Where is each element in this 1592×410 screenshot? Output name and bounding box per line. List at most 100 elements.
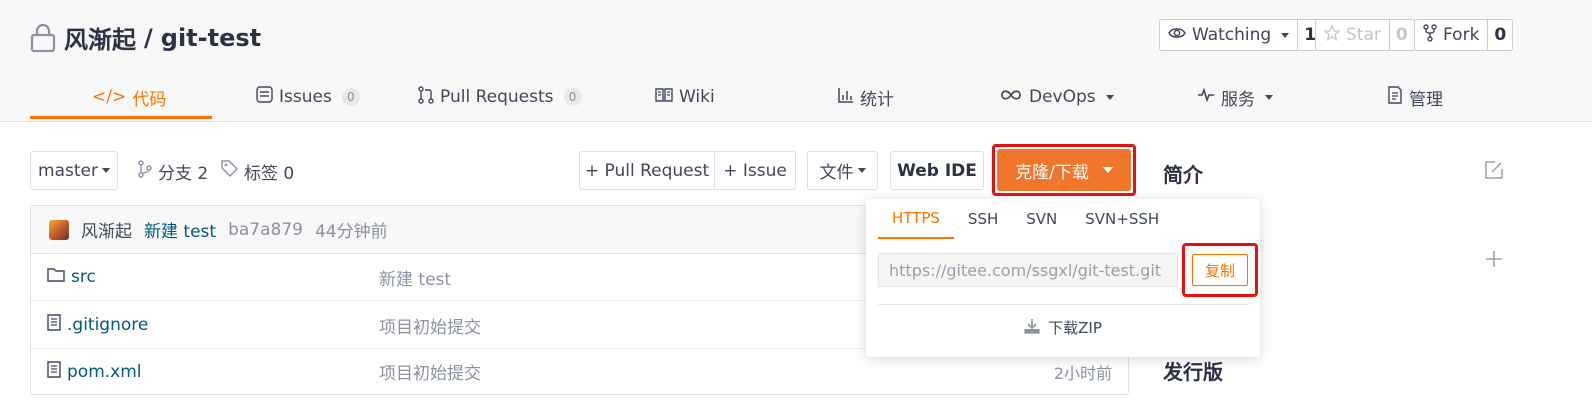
new-issue-button[interactable]: + Issue xyxy=(714,151,796,190)
download-icon xyxy=(1024,318,1040,338)
commit-hash[interactable]: ba7a879 xyxy=(228,220,303,240)
tab-wiki-label: Wiki xyxy=(679,87,715,107)
settings-doc-icon xyxy=(1387,85,1403,109)
tab-devops[interactable]: DevOps xyxy=(999,72,1114,122)
download-zip-link[interactable]: 下载ZIP xyxy=(866,317,1260,338)
divider xyxy=(878,304,1248,305)
pulse-icon xyxy=(1197,87,1215,107)
tab-devops-label: DevOps xyxy=(1029,87,1096,107)
clone-download-button[interactable]: 克隆/下载 xyxy=(997,149,1131,191)
file-link[interactable]: src xyxy=(47,267,96,287)
active-tab-indicator xyxy=(30,116,212,119)
commit-time: 44分钟前 xyxy=(314,222,388,242)
star-button-group[interactable]: Star 0 xyxy=(1315,19,1415,51)
tab-https[interactable]: HTTPS xyxy=(878,199,954,239)
tab-pull-requests-label: Pull Requests xyxy=(440,87,554,107)
clone-url-field[interactable]: https://gitee.com/ssgxl/git-test.git xyxy=(878,253,1178,287)
tag-icon xyxy=(221,160,238,182)
fork-button[interactable]: Fork xyxy=(1415,20,1489,50)
repo-name-link[interactable]: git-test xyxy=(161,24,261,52)
watch-button-group[interactable]: Watching 1 xyxy=(1159,19,1324,51)
fork-count[interactable]: 0 xyxy=(1488,20,1512,50)
tab-svn-ssh[interactable]: SVN+SSH xyxy=(1071,199,1173,239)
file-commit-message[interactable]: 新建 test xyxy=(379,265,451,290)
plus-icon[interactable] xyxy=(1485,250,1503,273)
star-label: Star xyxy=(1346,25,1381,45)
clone-download-label: 克隆/下载 xyxy=(1015,162,1089,183)
edit-icon[interactable] xyxy=(1484,160,1504,185)
avatar[interactable] xyxy=(49,219,69,240)
tab-statistics-label: 统计 xyxy=(860,89,894,110)
file-icon xyxy=(47,360,61,383)
file-name: .gitignore xyxy=(67,315,149,335)
chevron-down-icon xyxy=(101,168,110,173)
repo-title: 风渐起 / git-test xyxy=(30,20,261,55)
repo-separator: / xyxy=(144,23,153,52)
tab-issues[interactable]: Issues 0 xyxy=(256,72,360,122)
pull-request-icon xyxy=(418,85,434,109)
tab-services[interactable]: 服务 xyxy=(1197,72,1273,122)
file-commit-message[interactable]: 项目初始提交 xyxy=(379,313,481,338)
chevron-down-icon xyxy=(1105,94,1114,100)
commit-author[interactable]: 风渐起 xyxy=(81,217,132,242)
lock-icon xyxy=(30,23,56,53)
chevron-down-icon xyxy=(857,168,866,173)
branch-select[interactable]: master xyxy=(30,151,118,190)
tab-manage-label: 管理 xyxy=(1409,89,1443,110)
star-count[interactable]: 0 xyxy=(1390,20,1414,50)
branches-link[interactable]: 分支 2 xyxy=(138,152,208,190)
tab-ssh[interactable]: SSH xyxy=(954,199,1012,239)
tags-link[interactable]: 标签 0 xyxy=(221,152,294,190)
repo-nav-tabs: </> 代码 Issues 0 Pull Requests 0 Wiki 统计 … xyxy=(0,72,1592,122)
pull-requests-count-badge: 0 xyxy=(563,88,582,106)
code-icon: </> xyxy=(92,87,127,107)
file-menu-label: 文件 xyxy=(819,163,854,183)
star-button[interactable]: Star xyxy=(1316,20,1390,50)
tab-pull-requests[interactable]: Pull Requests 0 xyxy=(418,72,582,122)
intro-heading: 简介 xyxy=(1163,163,1203,187)
clone-protocol-tabs: HTTPS SSH SVN SVN+SSH xyxy=(878,199,1173,239)
file-link[interactable]: .gitignore xyxy=(47,314,148,336)
new-pull-request-button[interactable]: + Pull Request xyxy=(579,151,715,190)
fork-icon xyxy=(1423,23,1437,47)
infinity-icon xyxy=(999,87,1023,107)
file-icon xyxy=(47,314,61,336)
file-name: src xyxy=(71,267,96,287)
branches-count: 分支 2 xyxy=(158,163,209,184)
file-commit-message[interactable]: 项目初始提交 xyxy=(379,359,481,384)
clone-dropdown-panel: HTTPS SSH SVN SVN+SSH https://gitee.com/… xyxy=(866,199,1260,357)
file-link[interactable]: pom.xml xyxy=(47,360,142,383)
eye-icon xyxy=(1168,25,1186,45)
chevron-down-icon xyxy=(1102,167,1113,173)
releases-heading: 发行版 xyxy=(1163,360,1223,384)
star-icon xyxy=(1323,23,1341,46)
branch-select-label: master xyxy=(38,160,98,181)
repo-owner-link[interactable]: 风渐起 xyxy=(64,20,136,55)
tab-code[interactable]: </> 代码 xyxy=(92,72,166,122)
copy-url-button[interactable]: 复制 xyxy=(1192,254,1248,286)
branch-icon xyxy=(138,159,152,183)
tab-code-label: 代码 xyxy=(132,89,167,110)
fork-button-group[interactable]: Fork 0 xyxy=(1414,19,1514,51)
web-ide-button[interactable]: Web IDE xyxy=(890,151,984,190)
download-zip-label: 下载ZIP xyxy=(1048,319,1102,337)
file-name: pom.xml xyxy=(67,361,142,382)
file-menu-button[interactable]: 文件 xyxy=(807,151,878,190)
tab-issues-label: Issues xyxy=(279,87,332,107)
chevron-down-icon xyxy=(1281,32,1290,38)
fork-label: Fork xyxy=(1443,25,1480,45)
folder-icon xyxy=(47,267,65,287)
tab-svn[interactable]: SVN xyxy=(1012,199,1071,239)
file-commit-time: 2小时前 xyxy=(1053,363,1112,383)
tab-manage[interactable]: 管理 xyxy=(1387,72,1443,122)
chevron-down-icon xyxy=(1265,94,1273,100)
chart-icon xyxy=(838,87,854,108)
tab-wiki[interactable]: Wiki xyxy=(655,72,715,122)
tab-services-label: 服务 xyxy=(1221,89,1255,110)
wiki-icon xyxy=(655,87,673,107)
commit-message[interactable]: 新建 test xyxy=(144,217,216,242)
tab-statistics[interactable]: 统计 xyxy=(838,72,894,122)
watch-button[interactable]: Watching xyxy=(1160,20,1299,50)
tags-count: 标签 0 xyxy=(244,163,295,184)
watch-label: Watching xyxy=(1192,25,1272,45)
